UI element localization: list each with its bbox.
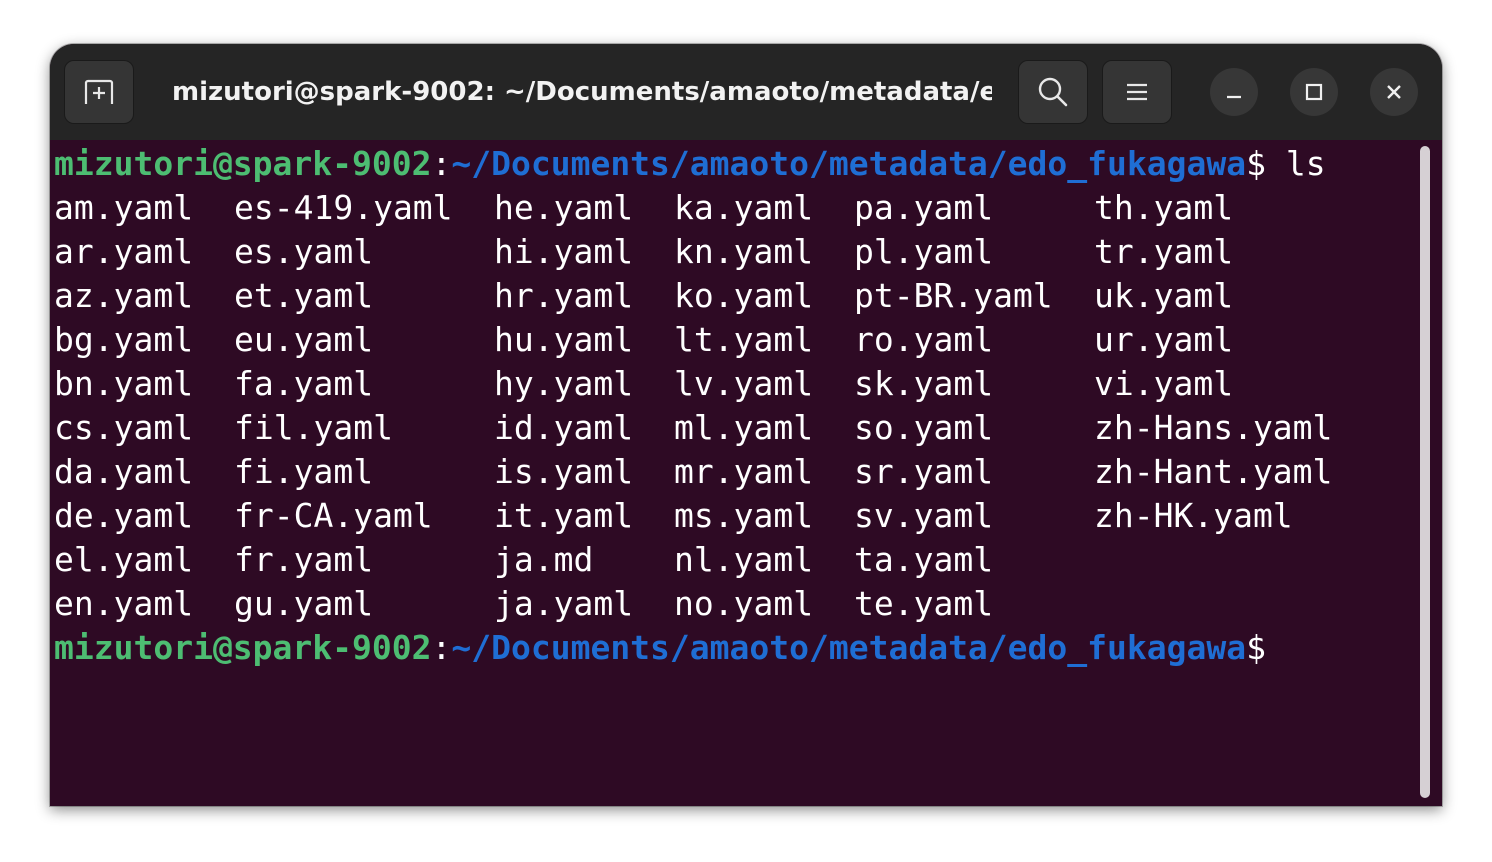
maximize-button[interactable]: [1290, 68, 1338, 116]
file-entry: hu.yaml: [494, 320, 634, 359]
terminal-window: mizutori@spark-9002: ~/Documents/amaoto/…: [50, 44, 1442, 806]
file-entry: lt.yaml: [674, 320, 814, 359]
listing-row: am.yaml es-419.yaml he.yaml ka.yaml pa.yaml t…: [54, 186, 1326, 230]
search-button[interactable]: [1018, 60, 1088, 124]
listing-row: cs.yaml fil.yaml id.yaml ml.yaml so.yaml zh-H…: [54, 406, 1332, 450]
listing-row: az.yaml et.yaml hr.yaml ko.yaml pt-BR.yaml uk…: [54, 274, 1326, 318]
file-entry: ml.yaml: [674, 408, 814, 447]
file-entry: sr.yaml: [854, 452, 994, 491]
file-entry: es-419.yaml: [234, 188, 453, 227]
prompt-symbol: $: [1246, 144, 1286, 183]
file-entry: hr.yaml: [494, 276, 634, 315]
file-entry: mr.yaml: [674, 452, 814, 491]
minimize-button[interactable]: [1210, 68, 1258, 116]
file-entry: en.yaml: [54, 584, 194, 623]
prompt-separator: :: [431, 628, 452, 667]
file-entry: az.yaml: [54, 276, 194, 315]
close-button[interactable]: [1370, 68, 1418, 116]
file-entry: ta.yaml: [854, 540, 994, 579]
file-entry: th.yaml: [1094, 188, 1234, 227]
listing-row: ar.yaml es.yaml hi.yaml kn.yaml pl.yaml tr.ya…: [54, 230, 1326, 274]
listing-row: da.yaml fi.yaml is.yaml mr.yaml sr.yaml zh-Ha…: [54, 450, 1332, 494]
file-entry: pt-BR.yaml: [854, 276, 1053, 315]
file-entry: am.yaml: [54, 188, 194, 227]
file-entry: fil.yaml: [234, 408, 393, 447]
terminal-output: mizutori@spark-9002:~/Documents/amaoto/m…: [54, 142, 1332, 670]
listing-row: bg.yaml eu.yaml hu.yaml lt.yaml ro.yaml ur.ya…: [54, 318, 1326, 362]
file-entry: ka.yaml: [674, 188, 814, 227]
listing-row: bn.yaml fa.yaml hy.yaml lv.yaml sk.yaml vi.ya…: [54, 362, 1326, 406]
minimize-icon: [1227, 95, 1241, 99]
file-entry: es.yaml: [234, 232, 374, 271]
search-icon: [1038, 77, 1068, 107]
prompt-path: ~/Documents/amaoto/metadata/edo_fukagawa: [451, 144, 1247, 183]
new-tab-icon: [84, 79, 114, 104]
listing-row: el.yaml fr.yaml ja.md nl.yaml ta.yaml: [54, 538, 1326, 582]
file-entry: el.yaml: [54, 540, 194, 579]
file-entry: zh-HK.yaml: [1094, 496, 1293, 535]
file-entry: fa.yaml: [234, 364, 374, 403]
file-entry: de.yaml: [54, 496, 194, 535]
file-entry: vi.yaml: [1094, 364, 1234, 403]
prompt-separator: :: [431, 144, 452, 183]
file-entry: da.yaml: [54, 452, 194, 491]
file-entry: ms.yaml: [674, 496, 814, 535]
listing-row: en.yaml gu.yaml ja.yaml no.yaml te.yaml: [54, 582, 1326, 626]
file-entry: fr-CA.yaml: [234, 496, 433, 535]
file-entry: ja.md: [494, 540, 594, 579]
file-entry: gu.yaml: [234, 584, 374, 623]
file-entry: sv.yaml: [854, 496, 994, 535]
file-entry: bg.yaml: [54, 320, 194, 359]
file-entry: ur.yaml: [1094, 320, 1234, 359]
terminal-area[interactable]: mizutori@spark-9002:~/Documents/amaoto/m…: [50, 140, 1442, 806]
file-entry: eu.yaml: [234, 320, 374, 359]
file-listing: am.yaml es-419.yaml he.yaml ka.yaml pa.yaml t…: [54, 186, 1332, 626]
new-tab-button[interactable]: [64, 60, 134, 124]
file-entry: pl.yaml: [854, 232, 994, 271]
window-title: mizutori@spark-9002: ~/Documents/amaoto/…: [172, 77, 992, 107]
file-entry: he.yaml: [494, 188, 634, 227]
prompt-user: mizutori@spark-9002: [54, 144, 432, 183]
title-bar[interactable]: mizutori@spark-9002: ~/Documents/amaoto/…: [50, 44, 1442, 140]
command-text: ls: [1285, 144, 1326, 183]
file-entry: zh-Hans.yaml: [1094, 408, 1333, 447]
menu-button[interactable]: [1102, 60, 1172, 124]
listing-row: de.yaml fr-CA.yaml it.yaml ms.yaml sv.yaml zh…: [54, 494, 1326, 538]
file-entry: hi.yaml: [494, 232, 634, 271]
file-entry: fr.yaml: [234, 540, 374, 579]
file-entry: cs.yaml: [54, 408, 194, 447]
file-entry: lv.yaml: [674, 364, 814, 403]
prompt-line-current: mizutori@spark-9002:~/Documents/amaoto/m…: [54, 626, 1326, 670]
file-entry: tr.yaml: [1094, 232, 1234, 271]
file-entry: bn.yaml: [54, 364, 194, 403]
file-entry: kn.yaml: [674, 232, 814, 271]
file-entry: nl.yaml: [674, 540, 814, 579]
file-entry: so.yaml: [854, 408, 994, 447]
prompt-user: mizutori@spark-9002: [54, 628, 432, 667]
file-entry: id.yaml: [494, 408, 634, 447]
hamburger-menu-icon: [1127, 83, 1147, 101]
file-entry: it.yaml: [494, 496, 634, 535]
file-entry: zh-Hant.yaml: [1094, 452, 1333, 491]
prompt-line: mizutori@spark-9002:~/Documents/amaoto/m…: [54, 142, 1326, 186]
file-entry: uk.yaml: [1094, 276, 1234, 315]
file-entry: is.yaml: [494, 452, 634, 491]
prompt-symbol: $: [1246, 628, 1266, 667]
file-entry: et.yaml: [234, 276, 374, 315]
file-entry: ro.yaml: [854, 320, 994, 359]
file-entry: ar.yaml: [54, 232, 194, 271]
file-entry: fi.yaml: [234, 452, 374, 491]
file-entry: sk.yaml: [854, 364, 994, 403]
file-entry: te.yaml: [854, 584, 994, 623]
maximize-icon: [1305, 83, 1323, 101]
close-icon: [1387, 85, 1401, 99]
file-entry: hy.yaml: [494, 364, 634, 403]
file-entry: pa.yaml: [854, 188, 994, 227]
file-entry: ja.yaml: [494, 584, 634, 623]
scrollbar[interactable]: [1420, 146, 1430, 798]
prompt-path: ~/Documents/amaoto/metadata/edo_fukagawa: [451, 628, 1247, 667]
file-entry: no.yaml: [674, 584, 814, 623]
file-entry: ko.yaml: [674, 276, 814, 315]
